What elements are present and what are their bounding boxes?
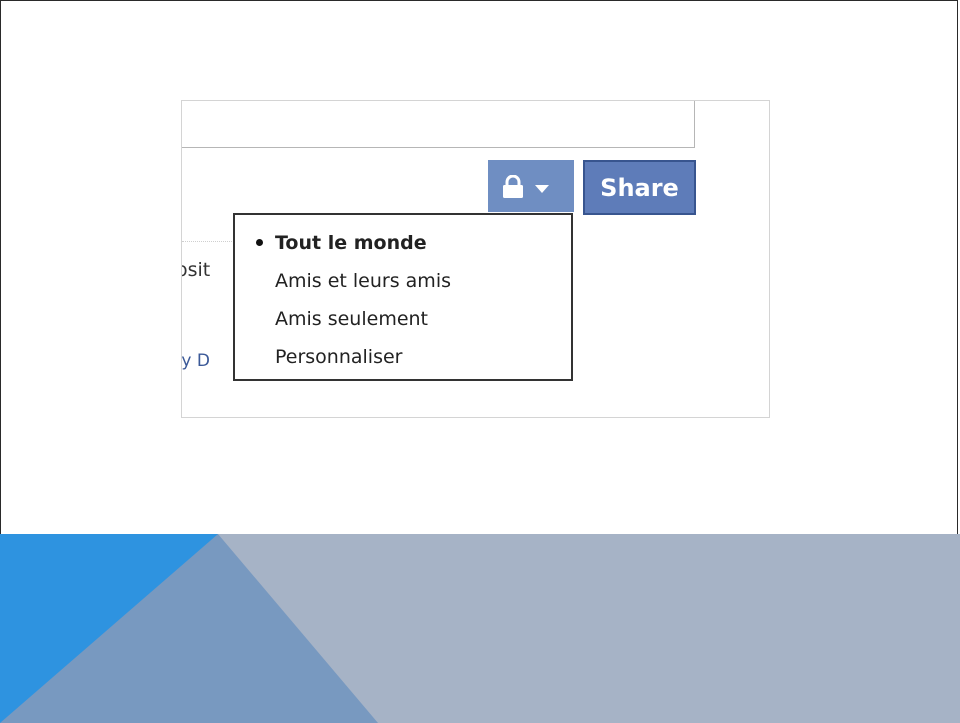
menu-item-amis-et-leurs-amis[interactable]: Amis et leurs amis — [235, 265, 571, 301]
menu-item-label: Tout le monde — [275, 232, 427, 254]
clipped-text: osit — [182, 259, 211, 281]
menu-item-label: Personnaliser — [275, 346, 403, 368]
privacy-selector-button[interactable] — [488, 160, 574, 212]
clipped-link-text[interactable]: ity D — [182, 351, 210, 371]
caret-down-icon — [535, 185, 549, 193]
selected-bullet-icon — [256, 239, 263, 246]
decorative-bottom-band — [0, 534, 960, 723]
share-button[interactable]: Share — [583, 160, 696, 215]
status-input[interactable] — [182, 101, 695, 148]
privacy-dropdown-menu: Tout le monde Amis et leurs amis Amis se… — [233, 213, 573, 381]
menu-item-label: Amis et leurs amis — [275, 270, 451, 292]
menu-item-tout-le-monde[interactable]: Tout le monde — [235, 227, 571, 263]
menu-item-label: Amis seulement — [275, 308, 429, 330]
lock-icon — [503, 175, 549, 198]
menu-item-amis-seulement[interactable]: Amis seulement — [235, 303, 571, 339]
menu-item-personnaliser[interactable]: Personnaliser — [235, 341, 571, 377]
